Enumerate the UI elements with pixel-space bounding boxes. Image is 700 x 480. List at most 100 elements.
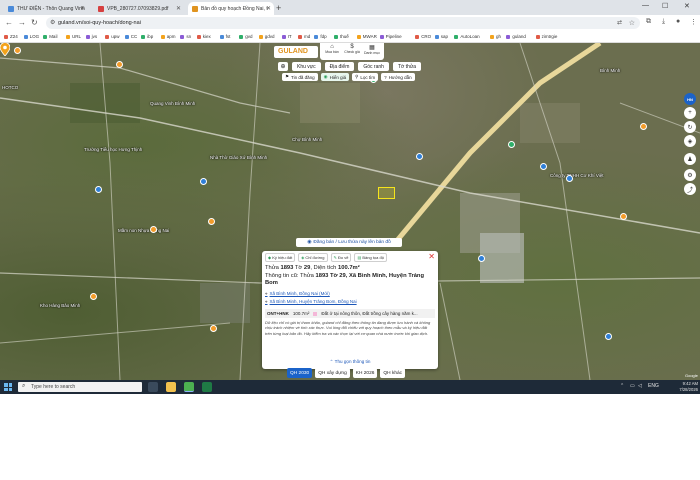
bookmark-item[interactable]: URL [66, 34, 81, 39]
price-check-button[interactable]: $ Check giá [343, 44, 361, 59]
chrome-icon[interactable] [184, 382, 194, 392]
bookmark-item[interactable]: upw [105, 34, 119, 39]
poi-pin-icon[interactable] [416, 153, 423, 160]
guide-button[interactable]: ? Hướng dẫn [381, 73, 415, 81]
poi-pin-icon[interactable] [620, 213, 627, 220]
land-use-row[interactable]: ONT+HNK 100.7m² Đất ở tại nông thôn, Đất… [265, 309, 435, 318]
guland-logo[interactable]: GULAND [274, 46, 318, 58]
poi-pin-icon[interactable] [95, 186, 102, 193]
place-label[interactable]: Chợ Bình Minh [292, 137, 322, 142]
catalog-button[interactable]: ▦ Danh mục [363, 44, 381, 59]
bookmark-item[interactable]: CC [124, 34, 137, 39]
back-icon[interactable]: ← [5, 18, 13, 27]
poi-pin-icon[interactable] [208, 218, 215, 225]
zoom-in-icon[interactable]: + [684, 107, 696, 119]
bookmark-item[interactable]: LOG [23, 34, 39, 39]
menu-icon[interactable]: ⋮ [690, 18, 697, 26]
bookmark-item[interactable]: MWAR [356, 34, 377, 39]
measure-button[interactable]: ✎ Đo vẽ [330, 253, 352, 262]
location-pin-icon[interactable] [0, 43, 10, 56]
place-label[interactable]: HOTCO [2, 85, 18, 90]
maximize-icon[interactable]: ☐ [662, 2, 668, 10]
new-address-link[interactable]: ⌖ Xã Bình Minh, Đồng Nai (Mới) [265, 291, 330, 296]
place-label[interactable]: Nhà Thờ Giáo Xứ Bình Minh [210, 155, 267, 160]
forward-icon[interactable]: → [18, 18, 26, 27]
bookmark-item[interactable]: fst [219, 34, 230, 39]
bookmark-item[interactable]: apm [160, 34, 176, 39]
bookmark-item[interactable]: gh [490, 34, 501, 39]
network-icon[interactable]: ▭ [630, 383, 635, 389]
address-bar[interactable]: ⚙ guland.vn/soi-quy-hoach/dong-nai ⇄ ☆ [46, 17, 640, 29]
poi-pin-icon[interactable] [566, 175, 573, 182]
close-icon[interactable]: ✕ [428, 252, 435, 261]
place-label[interactable]: Mầm non Nhựa Đồng Nai [118, 228, 169, 233]
bookmark-item[interactable]: Z24 [4, 34, 18, 39]
close-icon[interactable]: ✕ [80, 5, 85, 12]
task-view-icon[interactable] [148, 382, 158, 392]
bookmark-item[interactable]: thuế [334, 34, 349, 39]
street-view-icon[interactable]: ♟ [684, 153, 696, 165]
bookmark-item[interactable]: guland [506, 34, 526, 39]
poi-pin-icon[interactable] [116, 61, 123, 68]
collapse-info-button[interactable]: ⌃ Thu gọn thông tin [262, 359, 438, 365]
filter-boundary[interactable]: Góc ranh [358, 62, 389, 71]
poi-pin-icon[interactable] [90, 293, 97, 300]
directions-button[interactable]: ◈ Chỉ đường [298, 253, 328, 262]
posted-listings-button[interactable]: ⚑ Tin đã đăng [282, 73, 318, 81]
settings-icon[interactable]: ⚙ [684, 169, 696, 181]
place-label[interactable]: Quang Vinh Bình Minh [150, 101, 195, 106]
bookmark-item[interactable]: fdp [314, 34, 327, 39]
minimize-icon[interactable]: — [642, 2, 649, 9]
excel-icon[interactable] [202, 382, 212, 392]
reload-icon[interactable]: ↻ [31, 18, 38, 27]
bookmark-star-icon[interactable]: ☆ [629, 19, 635, 27]
poi-pin-icon[interactable] [640, 123, 647, 130]
bookmark-item[interactable]: CRO [415, 34, 431, 39]
bookmark-item[interactable]: sn [180, 34, 191, 39]
land-symbol-button[interactable]: ◆ Ký hiệu đất [265, 253, 296, 262]
bookmark-item[interactable]: Pipeline [379, 34, 402, 39]
locate-icon[interactable]: ⊕ [278, 62, 288, 71]
taskbar-search[interactable]: ⌕ Type here to search [18, 382, 142, 392]
tab-kh-2026[interactable]: KH 2026 [352, 368, 378, 378]
close-icon[interactable]: ✕ [266, 5, 271, 12]
bookmark-item[interactable]: kiex [196, 34, 211, 39]
poi-pin-icon[interactable] [150, 226, 157, 233]
compass-icon[interactable]: ◈ [684, 135, 696, 147]
tab-email[interactable]: THƯ ĐIỆN - Thôn Quang Vinh ✕ [4, 2, 88, 15]
share-icon[interactable]: ⤴ [684, 183, 696, 195]
place-label[interactable]: Công ty TNHH Cơ Khí Việt [550, 173, 604, 178]
poi-pin-icon[interactable] [478, 255, 485, 262]
bookmark-item[interactable]: md [298, 34, 310, 39]
map-canvas[interactable]: Trường Tiểu học Hưng Thịnh Mầm non Nhựa … [0, 43, 700, 380]
bookmark-item[interactable]: jvs [85, 34, 97, 39]
window-close-icon[interactable]: ✕ [684, 2, 690, 10]
profile-icon[interactable]: ● [676, 18, 680, 25]
download-icon[interactable]: ⤓ [662, 18, 665, 26]
search-filter-button[interactable]: ⚲ Lọc tìm [352, 73, 379, 81]
map-layer-button[interactable]: HN [684, 93, 696, 105]
register-listing-button[interactable]: ◉ Đăng bán / Lưu thửa này lên bản đồ [296, 238, 402, 247]
filter-location[interactable]: Địa điểm [324, 62, 355, 71]
site-info-icon[interactable]: ⚙ [50, 19, 55, 26]
poi-pin-icon[interactable] [14, 47, 21, 54]
place-label[interactable]: Trường Tiểu học Hưng Thịnh [84, 147, 142, 152]
translate-icon[interactable]: ⇄ [617, 19, 622, 26]
place-label[interactable]: Kho Hàng Bảo Minh [40, 303, 80, 308]
filter-area[interactable]: Khu vực [292, 62, 321, 71]
poi-pin-icon[interactable] [508, 141, 515, 148]
language-indicator[interactable]: ENG [648, 383, 659, 389]
extensions-icon[interactable]: ⧉ [646, 18, 651, 26]
poi-pin-icon[interactable] [605, 333, 612, 340]
volume-icon[interactable]: ◁ [638, 383, 642, 389]
bookmark-item[interactable]: zimtrgie [535, 34, 557, 39]
old-address-link[interactable]: ⌖ Xã Bình Minh, Huyện Trảng Bom, Đồng Nai [265, 299, 357, 304]
bookmark-item[interactable]: AutoLoan [454, 34, 480, 39]
poi-pin-icon[interactable] [210, 325, 217, 332]
new-tab-button[interactable]: + [276, 3, 281, 13]
file-explorer-icon[interactable] [166, 382, 176, 392]
bookmark-item[interactable]: Mail [43, 34, 57, 39]
poi-pin-icon[interactable] [540, 163, 547, 170]
selected-parcel[interactable] [378, 187, 395, 199]
bookmark-item[interactable]: IT [281, 34, 292, 39]
